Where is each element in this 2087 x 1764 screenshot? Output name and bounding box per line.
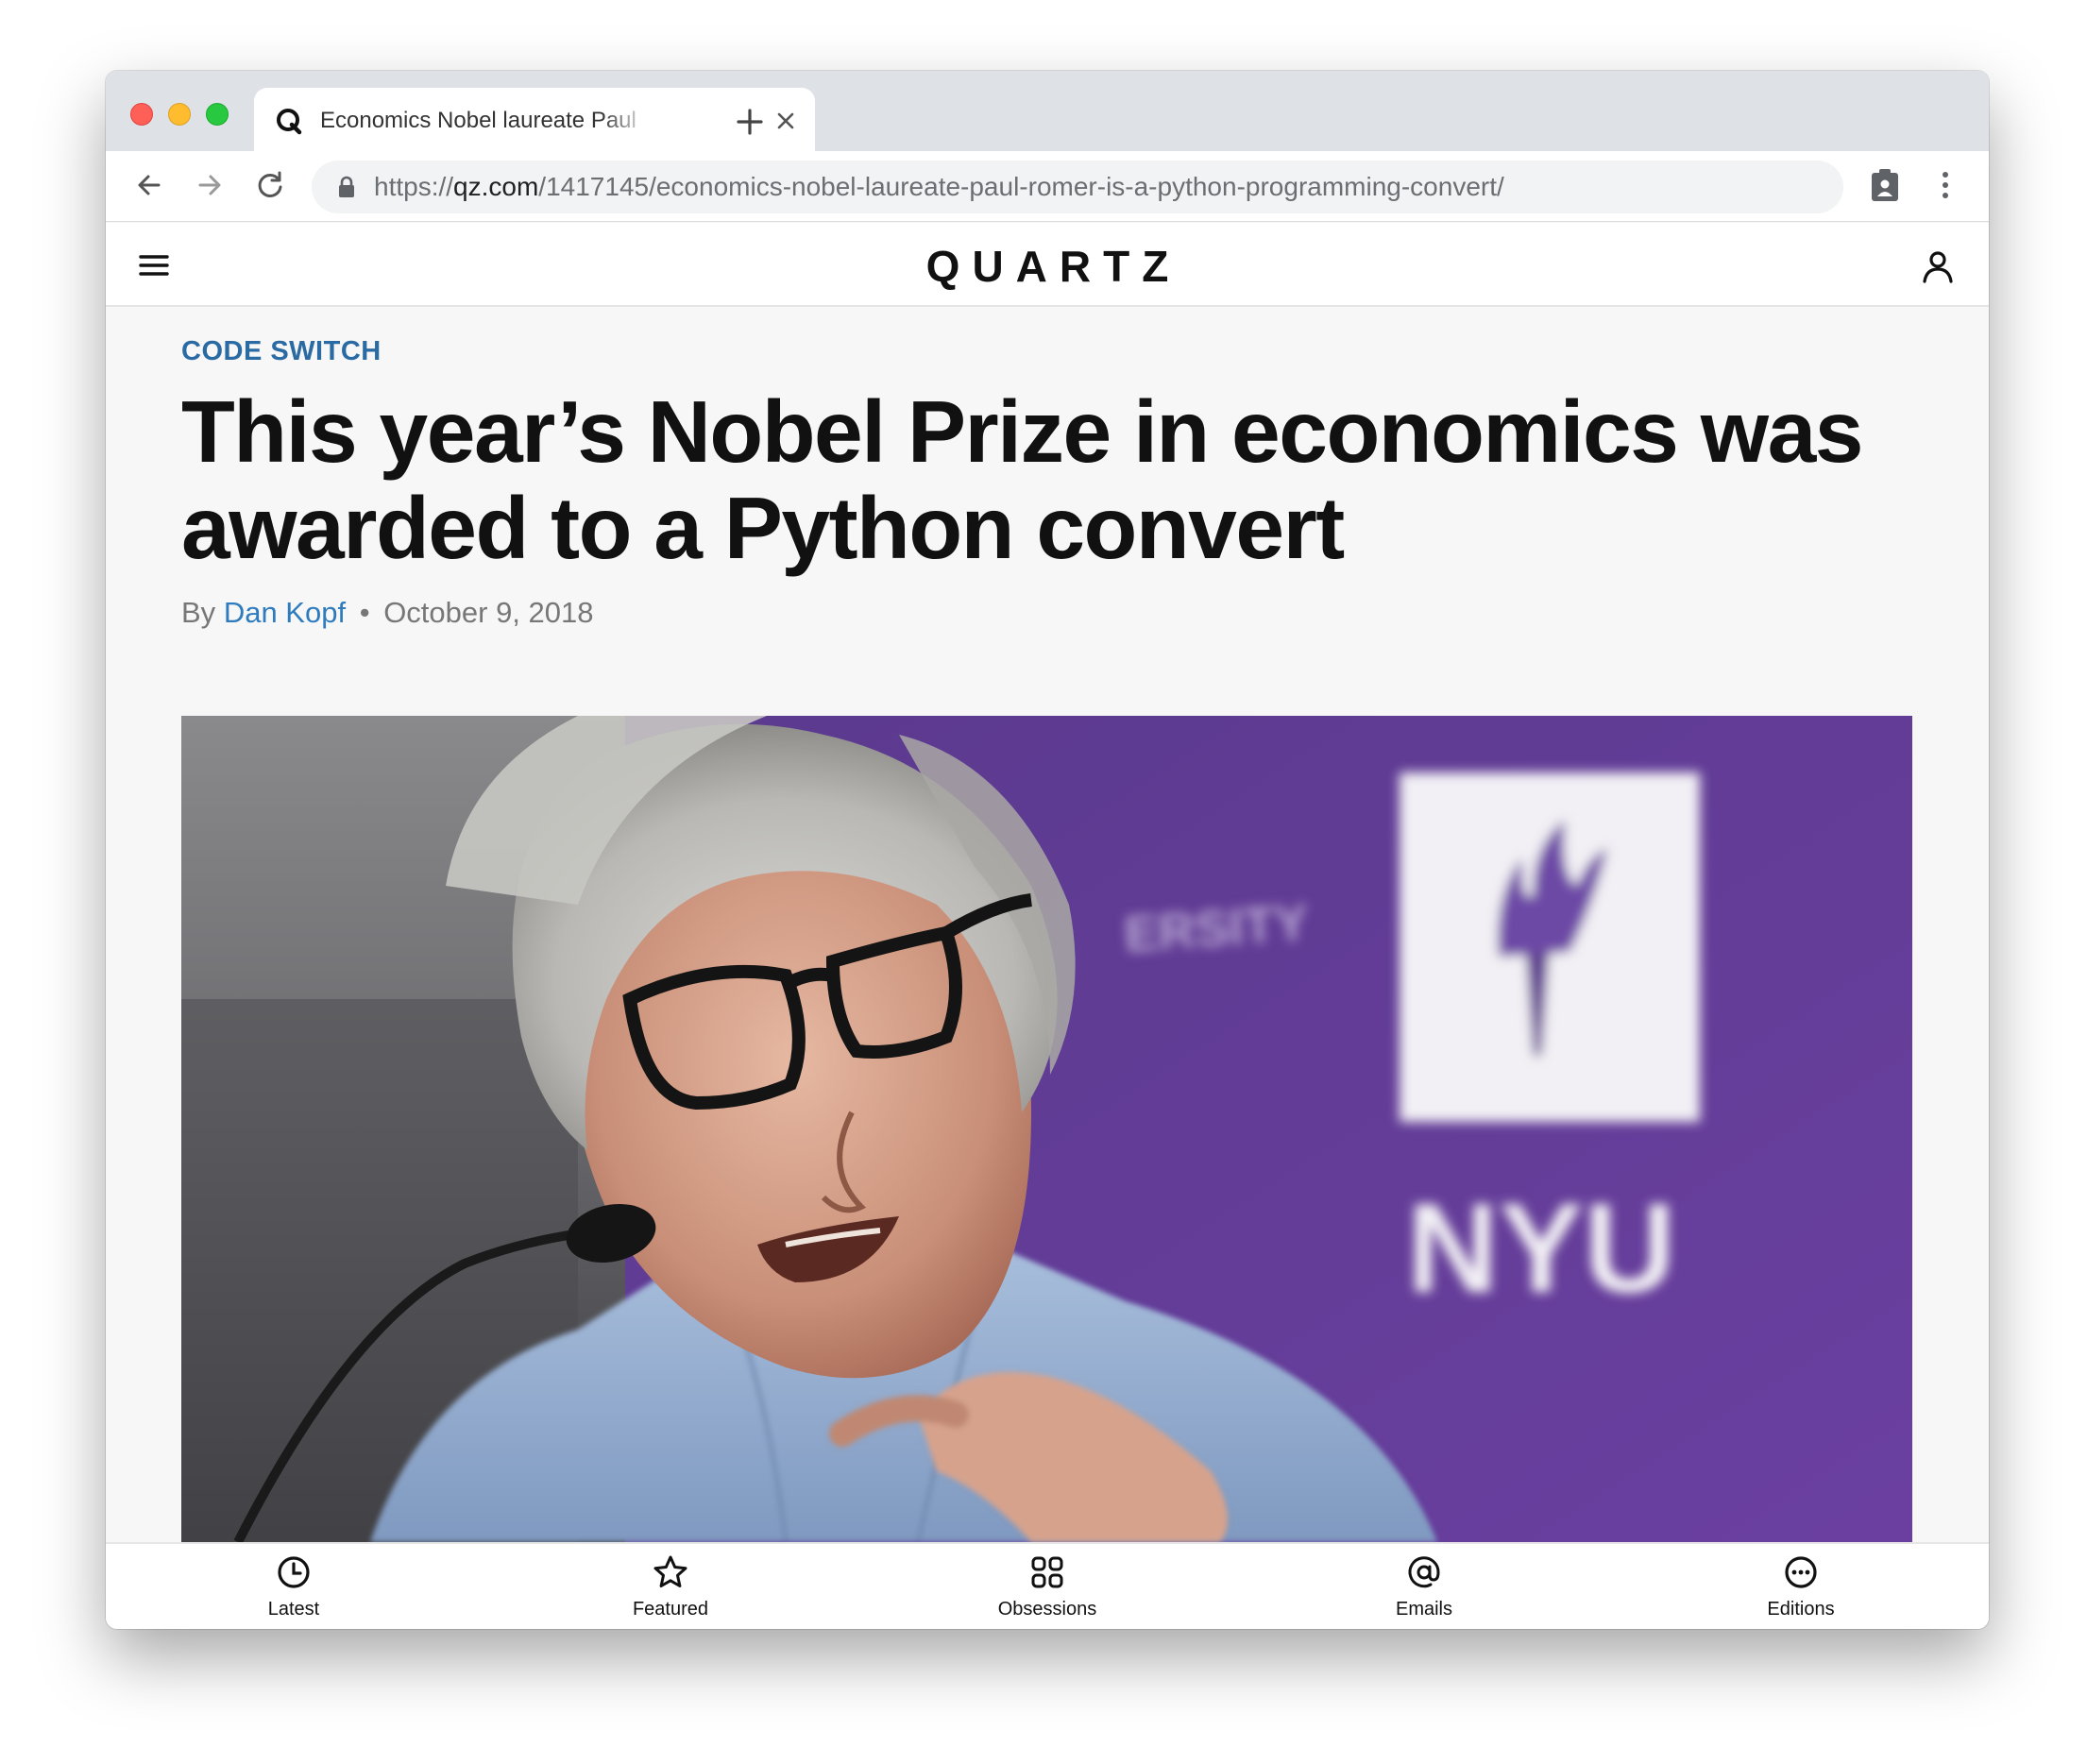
account-icon[interactable]	[1919, 247, 1957, 285]
author-link[interactable]: Dan Kopf	[224, 596, 346, 629]
back-arrow-icon[interactable]	[130, 166, 168, 204]
active-tab[interactable]: Economics Nobel laureate Paul	[254, 88, 815, 151]
nav-latest-label: Latest	[267, 1599, 320, 1620]
nav-emails-label: Emails	[1395, 1599, 1452, 1620]
nav-editions-label: Editions	[1767, 1599, 1835, 1620]
quartz-logo[interactable]: QUARTZ	[106, 240, 1989, 293]
close-window-button[interactable]	[130, 103, 153, 126]
grid-icon	[1031, 1556, 1063, 1588]
url-scheme: https://	[374, 172, 454, 201]
byline-prefix: By	[181, 596, 216, 629]
tab-title: Economics Nobel laureate Paul	[320, 108, 636, 133]
browser-toolbar: https://qz.com/1417145/economics-nobel-l…	[106, 151, 1989, 222]
quartz-favicon-icon	[277, 109, 302, 135]
site-header: QUARTZ	[106, 223, 1989, 307]
star-icon	[653, 1555, 687, 1587]
byline-separator: •	[359, 596, 370, 629]
new-tab-icon[interactable]	[733, 105, 767, 139]
lock-icon[interactable]	[336, 176, 357, 198]
minimize-window-button[interactable]	[168, 103, 191, 126]
close-tab-icon[interactable]	[773, 109, 798, 133]
url-host: qz.com	[453, 172, 539, 201]
forward-arrow-icon[interactable]	[191, 166, 229, 204]
article-headline: This year’s Nobel Prize in economics was…	[181, 382, 1864, 577]
url-text: https://qz.com/1417145/economics-nobel-l…	[374, 161, 1504, 213]
publish-date: October 9, 2018	[383, 596, 594, 629]
at-icon	[1408, 1556, 1440, 1588]
browser-menu-icon[interactable]	[1926, 166, 1964, 204]
zoom-window-button[interactable]	[206, 103, 229, 126]
nav-editions[interactable]: Editions	[1613, 1544, 1989, 1629]
nav-featured[interactable]: Featured	[483, 1544, 858, 1629]
clipboard-extension-icon[interactable]	[1866, 166, 1904, 204]
clock-icon	[278, 1556, 310, 1588]
web-page: QUARTZ CODE SWITCH This year’s Nobel Pri…	[106, 223, 1989, 1629]
reload-icon[interactable]	[251, 166, 289, 204]
article-kicker[interactable]: CODE SWITCH	[181, 336, 382, 367]
tab-strip: Economics Nobel laureate Paul	[106, 71, 1989, 151]
url-path: /1417145/economics-nobel-laureate-paul-r…	[538, 172, 1504, 201]
more-icon	[1785, 1556, 1817, 1588]
browser-window: Economics Nobel laureate Paul https://qz…	[106, 71, 1989, 1629]
bottom-nav: Latest Featured Obsessions Emails Editio…	[106, 1542, 1989, 1629]
nav-obsessions[interactable]: Obsessions	[859, 1544, 1235, 1629]
address-bar[interactable]: https://qz.com/1417145/economics-nobel-l…	[312, 161, 1843, 213]
nav-emails[interactable]: Emails	[1236, 1544, 1612, 1629]
hero-image: NYU ERSITY	[181, 716, 1912, 1542]
nav-featured-label: Featured	[632, 1599, 709, 1620]
svg-text:NYU: NYU	[1406, 1177, 1675, 1319]
nav-obsessions-label: Obsessions	[997, 1599, 1097, 1620]
nav-latest[interactable]: Latest	[106, 1544, 482, 1629]
byline: By Dan Kopf • October 9, 2018	[181, 596, 594, 630]
